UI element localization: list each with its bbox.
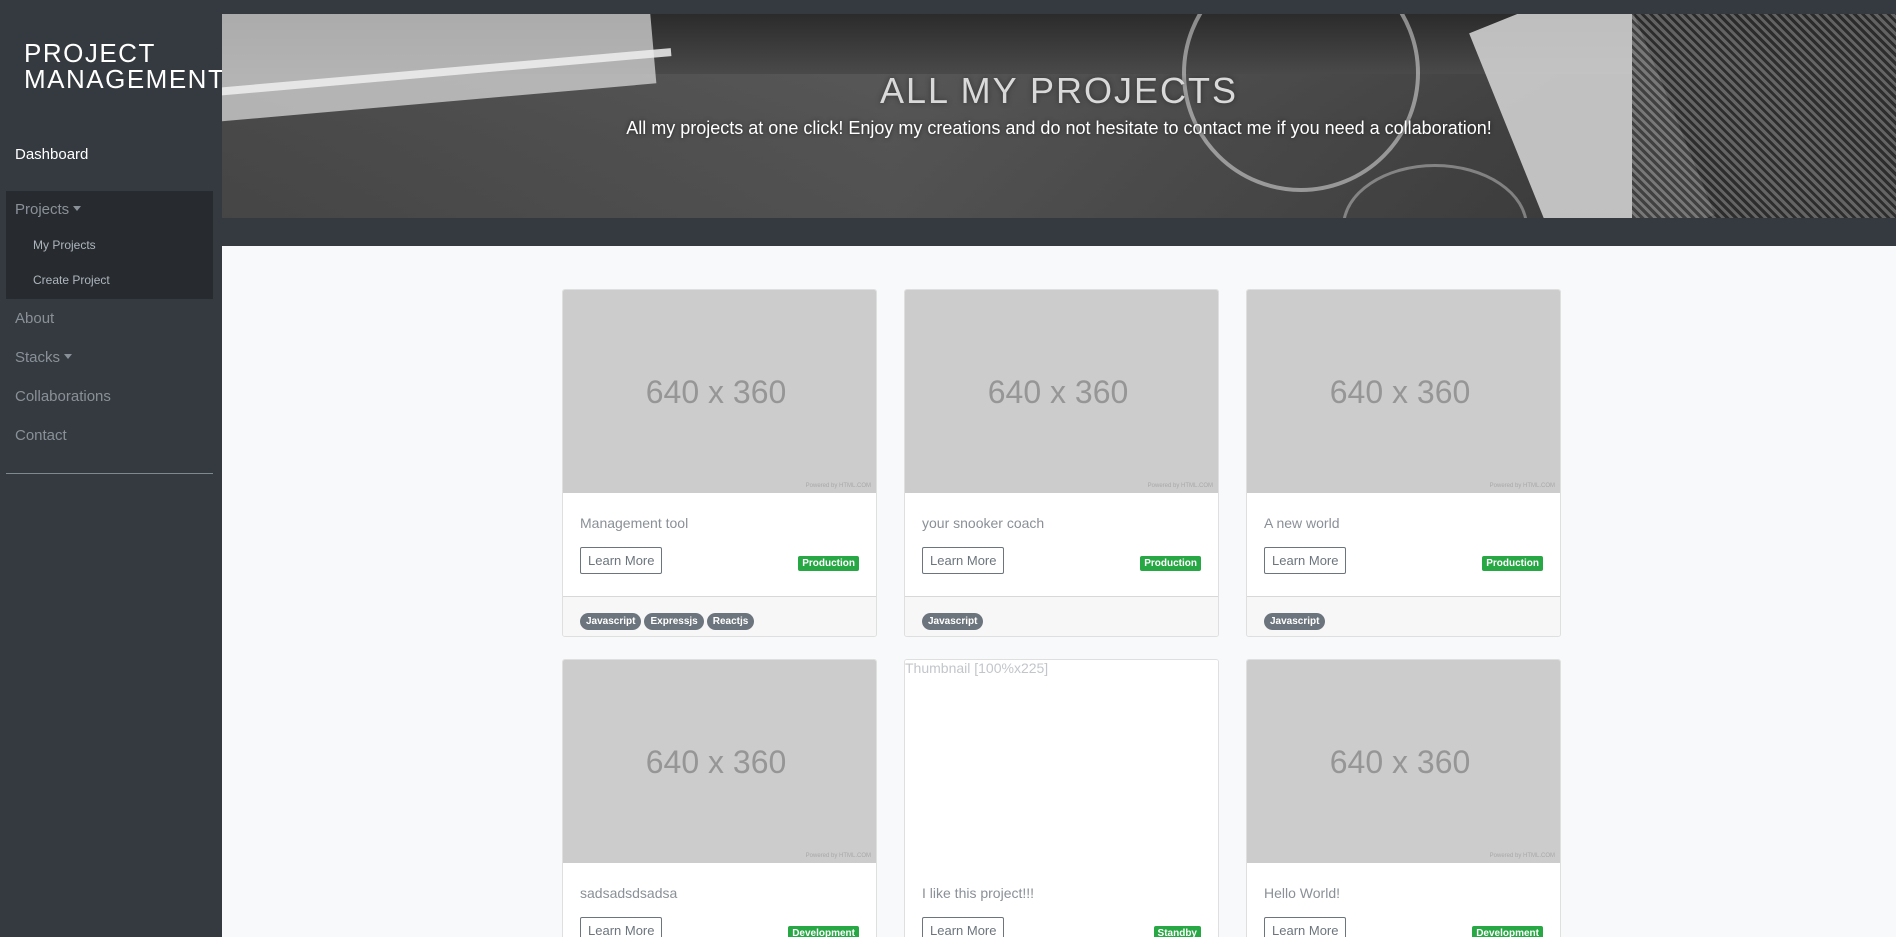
project-card: Thumbnail [100%x225] I like this project…	[904, 659, 1219, 937]
thumbnail-credit: Powered by HTML.COM	[1489, 853, 1555, 859]
project-card: 640 x 360 Powered by HTML.COM Management…	[562, 289, 877, 637]
project-card: 640 x 360 Powered by HTML.COM your snook…	[904, 289, 1219, 637]
hero-subtitle: All my projects at one click! Enjoy my c…	[626, 118, 1492, 138]
thumbnail-credit: Powered by HTML.COM	[805, 483, 871, 489]
project-thumbnail[interactable]: 640 x 360 Powered by HTML.COM	[1247, 290, 1560, 493]
nav-dashboard[interactable]: Dashboard	[15, 146, 88, 163]
project-card: 640 x 360 Powered by HTML.COM sadsadsdsa…	[562, 659, 877, 937]
chevron-down-icon	[64, 354, 73, 359]
sidebar: PROJECT MANAGEMENT Dashboard Projects My…	[0, 0, 225, 937]
thumbnail-size-label: 640 x 360	[645, 374, 787, 410]
learn-more-button[interactable]: Learn More	[922, 917, 1005, 937]
top-strip	[222, 0, 1896, 14]
hero-speaker-mesh	[1632, 14, 1896, 218]
tag-badge: Javascript	[1264, 613, 1326, 630]
brand-line-1: PROJECT	[24, 38, 156, 68]
nav-create-project[interactable]: Create Project	[33, 273, 110, 287]
brand-line-2: MANAGEMENT	[24, 64, 226, 94]
status-badge: Standby	[1153, 926, 1201, 937]
nav-contact[interactable]: Contact	[15, 427, 67, 444]
project-thumbnail[interactable]: Thumbnail [100%x225]	[905, 660, 1218, 863]
learn-more-button[interactable]: Learn More	[922, 547, 1005, 574]
thumbnail-size-label: 640 x 360	[1329, 744, 1471, 780]
broken-image-alt: Thumbnail [100%x225]	[905, 660, 1049, 676]
project-thumbnail[interactable]: 640 x 360 Powered by HTML.COM	[905, 290, 1218, 493]
card-footer: Javascript	[1247, 596, 1560, 636]
learn-more-button[interactable]: Learn More	[1264, 547, 1347, 574]
nav-my-projects[interactable]: My Projects	[33, 238, 96, 252]
thumbnail-credit: Powered by HTML.COM	[1147, 483, 1213, 489]
nav-collaborations[interactable]: Collaborations	[15, 388, 111, 405]
hero-title: ALL MY PROJECTS	[879, 70, 1239, 111]
tag-badge: Javascript	[922, 613, 984, 630]
project-title: your snooker coach	[922, 515, 1045, 531]
nav-projects-label: Projects	[15, 201, 70, 218]
status-badge: Development	[788, 926, 859, 937]
project-title: A new world	[1264, 515, 1340, 531]
project-card: 640 x 360 Powered by HTML.COM Hello Worl…	[1246, 659, 1561, 937]
nav-stacks[interactable]: Stacks	[15, 349, 73, 366]
learn-more-button[interactable]: Learn More	[1264, 917, 1347, 937]
tag-badge: Reactjs	[706, 613, 755, 630]
project-card: 640 x 360 Powered by HTML.COM A new worl…	[1246, 289, 1561, 637]
hero-bottom-band	[222, 218, 1896, 246]
nav-projects[interactable]: Projects	[15, 201, 82, 218]
thumbnail-size-label: 640 x 360	[987, 374, 1129, 410]
nav-about[interactable]: About	[15, 310, 54, 327]
thumbnail-credit: Powered by HTML.COM	[805, 853, 871, 859]
tag-badge: Expressjs	[644, 613, 704, 630]
thumbnail-size-label: 640 x 360	[1329, 374, 1471, 410]
main-content: ALL MY PROJECTS All my projects at one c…	[222, 0, 1896, 937]
project-title: I like this project!!!	[922, 885, 1035, 901]
status-badge: Production	[798, 556, 859, 571]
project-thumbnail[interactable]: 640 x 360 Powered by HTML.COM	[563, 660, 876, 863]
hero-banner: ALL MY PROJECTS All my projects at one c…	[222, 14, 1896, 218]
card-footer: Javascript	[905, 596, 1218, 636]
card-footer: Javascript Expressjs Reactjs	[563, 596, 876, 636]
status-badge: Production	[1140, 556, 1201, 571]
tag-badge: Javascript	[580, 613, 642, 630]
thumbnail-size-label: 640 x 360	[645, 744, 787, 780]
project-title: sadsadsdsadsa	[580, 885, 678, 901]
sidebar-divider	[6, 473, 213, 474]
project-title: Management tool	[580, 515, 689, 531]
thumbnail-credit: Powered by HTML.COM	[1489, 483, 1555, 489]
project-title: Hello World!	[1264, 885, 1340, 901]
learn-more-button[interactable]: Learn More	[580, 917, 663, 937]
project-thumbnail[interactable]: 640 x 360 Powered by HTML.COM	[1247, 660, 1560, 863]
status-badge: Development	[1472, 926, 1543, 937]
project-thumbnail[interactable]: 640 x 360 Powered by HTML.COM	[563, 290, 876, 493]
nav-stacks-label: Stacks	[15, 349, 61, 366]
chevron-down-icon	[73, 206, 82, 211]
learn-more-button[interactable]: Learn More	[580, 547, 663, 574]
brand-logo[interactable]: PROJECT MANAGEMENT	[24, 40, 225, 92]
status-badge: Production	[1482, 556, 1543, 571]
